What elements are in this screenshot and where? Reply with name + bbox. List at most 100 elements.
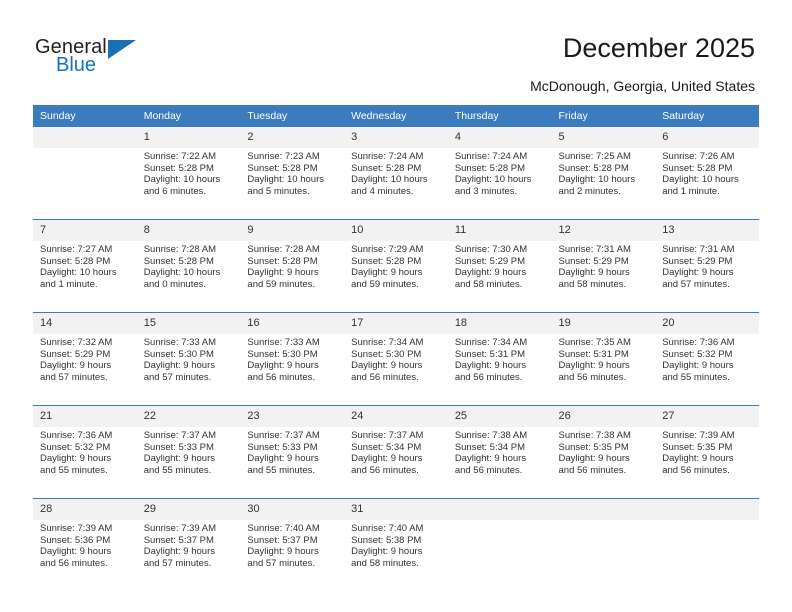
weekday-header-tuesday: Tuesday: [240, 105, 345, 127]
day-detail-row: Sunrise: 7:39 AM Sunset: 5:36 PM Daylight:…: [33, 520, 759, 591]
day-number[interactable]: 27: [655, 406, 759, 427]
day-number[interactable]: 1: [136, 127, 241, 148]
day-number[interactable]: 9: [240, 220, 345, 241]
day-info-sunrise: Sunrise: 7:22 AM: [143, 151, 217, 162]
day-info-sunset: Sunset: 5:33 PM: [247, 441, 318, 453]
day-info-daylight1: Daylight: 10 hours: [454, 174, 532, 186]
day-info-sunset: Sunset: 5:29 PM: [454, 255, 526, 267]
day-info-daylight2: and 57 minutes.: [247, 557, 316, 569]
day-info-sunrise: Sunrise: 7:23 AM: [247, 151, 320, 162]
day-info-daylight1: Daylight: 9 hours: [40, 360, 112, 372]
day-info-daylight2: and 0 minutes.: [143, 278, 207, 290]
day-number[interactable]: 5: [551, 127, 656, 148]
day-info-sunset: Sunset: 5:38 PM: [351, 534, 422, 546]
day-info-sunset: Sunset: 5:37 PM: [143, 534, 214, 546]
day-number[interactable]: 29: [136, 499, 241, 520]
day-number[interactable]: 11: [447, 220, 552, 241]
day-cell-empty: [447, 499, 552, 520]
general-blue-logo[interactable]: General Blue: [35, 36, 175, 84]
day-number[interactable]: 8: [136, 220, 241, 241]
day-number[interactable]: 12: [551, 220, 656, 241]
day-info-sunset: Sunset: 5:36 PM: [40, 534, 111, 546]
weekday-header-saturday: Saturday: [655, 105, 759, 127]
day-info-daylight2: and 5 minutes.: [247, 185, 310, 197]
page-header: General Blue December 2025 McDonough, Ge…: [0, 0, 792, 100]
day-detail-row: Sunrise: 7:22 AM Sunset: 5:28 PM Daylight:…: [33, 148, 759, 219]
day-number[interactable]: 13: [655, 220, 759, 241]
day-number[interactable]: 19: [551, 313, 656, 334]
day-number[interactable]: 6: [655, 127, 759, 148]
day-number[interactable]: 4: [447, 127, 552, 148]
logo-text-blue: Blue: [56, 54, 97, 76]
day-info-daylight2: and 57 minutes.: [143, 557, 212, 569]
day-info-sunset: Sunset: 5:29 PM: [40, 348, 111, 360]
day-cell-empty: [551, 499, 656, 520]
day-info-daylight1: Daylight: 9 hours: [351, 267, 423, 279]
day-info-sunset: Sunset: 5:35 PM: [662, 441, 733, 453]
day-number[interactable]: 15: [136, 313, 241, 334]
day-number[interactable]: 28: [33, 499, 137, 520]
logo-triangle-icon: [108, 40, 136, 59]
day-detail-row: Sunrise: 7:36 AM Sunset: 5:32 PM Daylight:…: [33, 427, 759, 498]
day-info-sunset: Sunset: 5:28 PM: [143, 255, 214, 267]
day-info-daylight1: Daylight: 10 hours: [351, 174, 428, 186]
day-number[interactable]: 25: [447, 406, 552, 427]
day-info-daylight1: Daylight: 9 hours: [662, 360, 734, 372]
day-info-sunrise: Sunrise: 7:26 AM: [662, 151, 735, 162]
day-number[interactable]: 16: [240, 313, 345, 334]
day-number[interactable]: 18: [447, 313, 552, 334]
day-info-daylight1: Daylight: 9 hours: [143, 546, 215, 558]
day-info: Sunrise: 7:24 AM Sunset: 5:28 PM Daylight:…: [447, 148, 552, 219]
day-info: Sunrise: 7:39 AM Sunset: 5:37 PM Daylight:…: [136, 520, 241, 591]
day-number[interactable]: 23: [240, 406, 345, 427]
day-info-sunrise: Sunrise: 7:36 AM: [662, 337, 735, 348]
day-info-daylight1: Daylight: 9 hours: [247, 360, 319, 372]
day-info-daylight1: Daylight: 9 hours: [40, 546, 112, 558]
day-info-daylight1: Daylight: 10 hours: [143, 267, 221, 279]
day-number[interactable]: 21: [33, 406, 137, 427]
day-number[interactable]: 31: [344, 499, 448, 520]
day-number[interactable]: 7: [33, 220, 137, 241]
day-info-daylight2: and 55 minutes.: [143, 464, 212, 476]
day-number[interactable]: 26: [551, 406, 656, 427]
day-number[interactable]: 30: [240, 499, 345, 520]
day-info-daylight2: and 58 minutes.: [351, 557, 419, 569]
day-number[interactable]: 22: [136, 406, 241, 427]
day-number-row: 123456: [33, 127, 759, 148]
day-info-sunset: Sunset: 5:28 PM: [247, 162, 318, 174]
day-info-sunrise: Sunrise: 7:31 AM: [662, 244, 735, 255]
day-info: Sunrise: 7:33 AM Sunset: 5:30 PM Daylight:…: [136, 334, 241, 405]
day-info: Sunrise: 7:28 AM Sunset: 5:28 PM Daylight:…: [240, 241, 345, 312]
day-info-daylight1: Daylight: 10 hours: [143, 174, 221, 186]
day-number[interactable]: 10: [344, 220, 448, 241]
day-info-sunset: Sunset: 5:33 PM: [143, 441, 214, 453]
day-info-sunset: Sunset: 5:29 PM: [662, 255, 733, 267]
day-number[interactable]: 14: [33, 313, 137, 334]
day-number[interactable]: 24: [344, 406, 448, 427]
day-info-daylight1: Daylight: 9 hours: [558, 360, 630, 372]
day-number[interactable]: 17: [344, 313, 448, 334]
day-info: Sunrise: 7:38 AM Sunset: 5:35 PM Daylight:…: [551, 427, 656, 498]
day-number[interactable]: 3: [344, 127, 448, 148]
day-info-sunrise: Sunrise: 7:39 AM: [40, 523, 113, 534]
day-info-sunrise: Sunrise: 7:35 AM: [558, 337, 631, 348]
day-info-daylight2: and 57 minutes.: [40, 371, 108, 383]
day-info-daylight1: Daylight: 9 hours: [40, 453, 112, 465]
day-number[interactable]: 2: [240, 127, 345, 148]
day-info: Sunrise: 7:39 AM Sunset: 5:35 PM Daylight:…: [655, 427, 759, 498]
day-info: Sunrise: 7:35 AM Sunset: 5:31 PM Daylight:…: [551, 334, 656, 405]
day-info-sunset: Sunset: 5:28 PM: [662, 162, 733, 174]
day-info-empty: [447, 520, 552, 591]
day-info-sunset: Sunset: 5:31 PM: [558, 348, 629, 360]
day-info-sunset: Sunset: 5:28 PM: [351, 255, 422, 267]
day-detail-row: Sunrise: 7:32 AM Sunset: 5:29 PM Daylight:…: [33, 334, 759, 405]
day-info: Sunrise: 7:24 AM Sunset: 5:28 PM Daylight:…: [344, 148, 448, 219]
day-info: Sunrise: 7:39 AM Sunset: 5:36 PM Daylight:…: [33, 520, 137, 591]
day-info-daylight2: and 56 minutes.: [558, 371, 627, 383]
page-title: December 2025: [562, 33, 755, 63]
day-info: Sunrise: 7:32 AM Sunset: 5:29 PM Daylight:…: [33, 334, 137, 405]
day-info-daylight2: and 59 minutes.: [247, 278, 316, 290]
day-info: Sunrise: 7:40 AM Sunset: 5:37 PM Daylight:…: [240, 520, 345, 591]
day-number[interactable]: 20: [655, 313, 759, 334]
day-info-sunrise: Sunrise: 7:36 AM: [40, 430, 113, 441]
